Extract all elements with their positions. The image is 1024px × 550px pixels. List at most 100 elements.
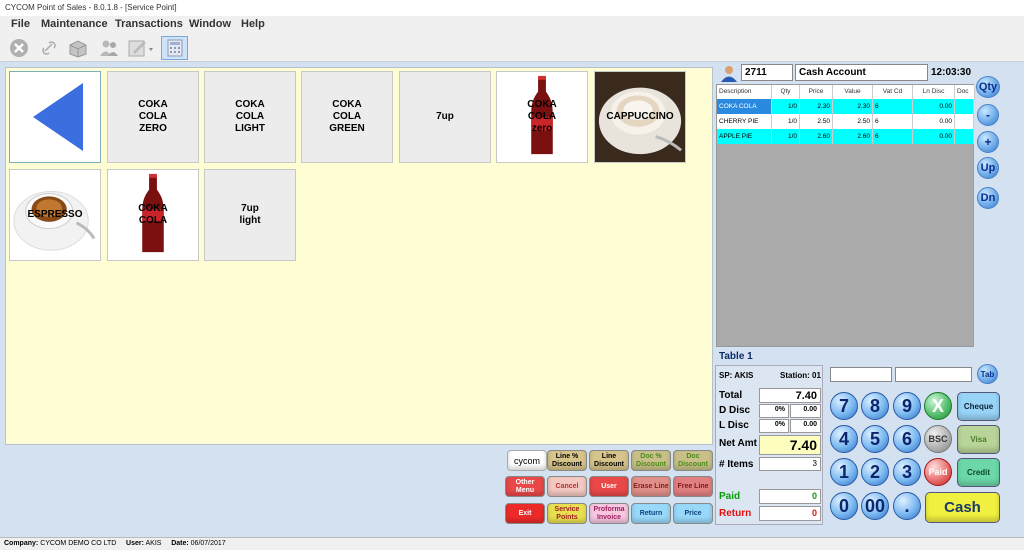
link-icon[interactable] bbox=[37, 36, 61, 60]
service-points-button[interactable]: Service Points bbox=[547, 503, 587, 524]
table-row[interactable]: COKA COLA 1/0 2.30 2.30 6 0.00 bbox=[717, 99, 974, 114]
price-button[interactable]: Price bbox=[673, 503, 713, 524]
cycom-logo: cycom bbox=[507, 450, 547, 471]
items-label: # Items bbox=[719, 459, 754, 470]
column-header[interactable]: Value bbox=[833, 85, 873, 99]
net-amount-label: Net Amt bbox=[719, 438, 757, 449]
key-6[interactable]: 6 bbox=[893, 425, 921, 453]
product-coka-cola-zero[interactable]: COKA COLA ZERO bbox=[107, 71, 199, 163]
key-5[interactable]: 5 bbox=[861, 425, 889, 453]
order-lines-table[interactable]: Description Qty Price Value Vat Cd Ln Di… bbox=[716, 84, 975, 347]
key-clear[interactable]: X bbox=[924, 392, 952, 420]
down-button[interactable]: Dn bbox=[977, 187, 999, 209]
return-value: 0 bbox=[759, 506, 821, 521]
menu-maintenance[interactable]: Maintenance bbox=[41, 18, 108, 30]
menu-file[interactable]: File bbox=[11, 18, 30, 30]
key-paid[interactable]: Paid bbox=[924, 458, 952, 486]
status-bar: Company: CYCOM DEMO CO LTD User: AKIS Da… bbox=[0, 537, 1024, 550]
column-header[interactable]: Qty bbox=[772, 85, 800, 99]
user-button[interactable]: User bbox=[589, 476, 629, 497]
edit-icon[interactable] bbox=[126, 36, 156, 60]
date-label: Date: bbox=[171, 540, 189, 547]
menu-help[interactable]: Help bbox=[241, 18, 265, 30]
exit-button[interactable]: Exit bbox=[505, 503, 545, 524]
erase-line-button[interactable]: Erase Line bbox=[631, 476, 671, 497]
calculator-icon[interactable] bbox=[161, 36, 188, 60]
key-00[interactable]: 00 bbox=[861, 492, 889, 520]
key-3[interactable]: 3 bbox=[893, 458, 921, 486]
key-0[interactable]: 0 bbox=[830, 492, 858, 520]
column-header[interactable]: Ln Disc bbox=[913, 85, 955, 99]
column-header[interactable]: Description bbox=[717, 85, 772, 99]
key-4[interactable]: 4 bbox=[830, 425, 858, 453]
key-backspace[interactable]: BSC bbox=[924, 425, 952, 453]
key-2[interactable]: 2 bbox=[861, 458, 889, 486]
column-header[interactable]: Price bbox=[800, 85, 833, 99]
user-value: AKIS bbox=[145, 540, 162, 547]
menu-transactions[interactable]: Transactions bbox=[115, 18, 183, 30]
line-percent-discount-button[interactable]: Line % Discount bbox=[547, 450, 587, 471]
key-decimal[interactable]: . bbox=[893, 492, 921, 520]
column-header[interactable]: Doc bbox=[955, 85, 975, 99]
product-coka-cola-zero-bottle[interactable]: COKA COLA zero bbox=[496, 71, 588, 163]
box-icon[interactable] bbox=[66, 36, 90, 60]
tab-button[interactable]: Tab bbox=[977, 364, 998, 384]
free-line-button[interactable]: Free Line bbox=[673, 476, 713, 497]
visa-button[interactable]: Visa bbox=[957, 425, 1000, 454]
total-label: Total bbox=[719, 390, 743, 401]
cash-button[interactable]: Cash bbox=[925, 492, 1000, 523]
other-menu-button[interactable]: Other Menu bbox=[505, 476, 545, 497]
up-button[interactable]: Up bbox=[977, 157, 999, 179]
cheque-button[interactable]: Cheque bbox=[957, 392, 1000, 421]
keypad-input-1[interactable] bbox=[830, 367, 892, 382]
key-7[interactable]: 7 bbox=[830, 392, 858, 420]
station: Station: 01 bbox=[780, 371, 821, 380]
product-panel: COKA COLA ZERO COKA COLA LIGHT COKA COLA… bbox=[5, 67, 713, 445]
key-9[interactable]: 9 bbox=[893, 392, 921, 420]
line-discount-button[interactable]: Line Discount bbox=[589, 450, 629, 471]
cancel-icon[interactable] bbox=[7, 36, 31, 60]
date-value: 06/07/2017 bbox=[190, 540, 226, 547]
product-coka-cola-light[interactable]: COKA COLA LIGHT bbox=[204, 71, 296, 163]
ldisc-label: L Disc bbox=[719, 420, 749, 431]
keypad-input-2[interactable] bbox=[895, 367, 972, 382]
key-1[interactable]: 1 bbox=[830, 458, 858, 486]
return-label: Return bbox=[719, 508, 752, 519]
menu-window[interactable]: Window bbox=[189, 18, 231, 30]
ddisc-value[interactable]: 0.00 bbox=[790, 404, 821, 418]
product-cappuccino[interactable]: CAPPUCCINO bbox=[594, 71, 686, 163]
key-8[interactable]: 8 bbox=[861, 392, 889, 420]
product-7up[interactable]: 7up bbox=[399, 71, 491, 163]
column-header[interactable]: Vat Cd bbox=[873, 85, 913, 99]
proforma-invoice-button[interactable]: Proforma Invoice bbox=[589, 503, 629, 524]
ddisc-percent[interactable]: 0% bbox=[759, 404, 789, 418]
table-row[interactable]: APPLE PIE 1/0 2.60 2.60 6 0.00 bbox=[717, 129, 974, 144]
product-coka-cola-green[interactable]: COKA COLA GREEN bbox=[301, 71, 393, 163]
ldisc-percent[interactable]: 0% bbox=[759, 419, 789, 433]
qty-button[interactable]: Qty bbox=[976, 76, 1000, 98]
customer-name-field[interactable]: Cash Account bbox=[795, 64, 928, 81]
product-espresso[interactable]: ESPRESSO bbox=[9, 169, 101, 261]
credit-button[interactable]: Credit bbox=[957, 458, 1000, 487]
return-button[interactable]: Return bbox=[631, 503, 671, 524]
back-button[interactable] bbox=[9, 71, 101, 163]
net-amount-value: 7.40 bbox=[759, 435, 821, 455]
doc-discount-button[interactable]: Doc Discount bbox=[673, 450, 713, 471]
cancel-button[interactable]: Cancel bbox=[547, 476, 587, 497]
user-label: User: bbox=[126, 540, 144, 547]
product-coka-cola[interactable]: COKA COLA bbox=[107, 169, 199, 261]
window-title: CYCOM Point of Sales - 8.0.1.8 - [Servic… bbox=[0, 0, 1024, 16]
product-7up-light[interactable]: 7up light bbox=[204, 169, 296, 261]
minus-button[interactable]: - bbox=[977, 104, 999, 126]
customer-code-field[interactable]: 2711 bbox=[741, 64, 793, 81]
toolbar bbox=[0, 34, 1024, 62]
ddisc-label: D Disc bbox=[719, 405, 751, 416]
customer-icon[interactable] bbox=[720, 65, 738, 82]
table-row[interactable]: CHERRY PIE 1/0 2.50 2.50 6 0.00 bbox=[717, 114, 974, 129]
ldisc-value[interactable]: 0.00 bbox=[790, 419, 821, 433]
doc-percent-discount-button[interactable]: Doc % Discount bbox=[631, 450, 671, 471]
plus-button[interactable]: + bbox=[977, 131, 999, 153]
users-icon[interactable] bbox=[97, 36, 121, 60]
items-value: 3 bbox=[759, 457, 821, 471]
left-arrow-icon bbox=[33, 83, 83, 151]
